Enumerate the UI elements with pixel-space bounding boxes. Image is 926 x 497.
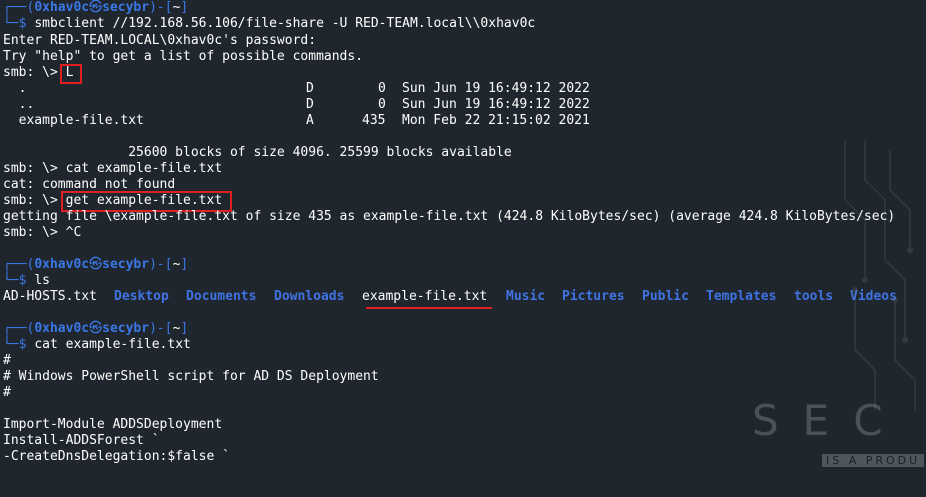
help-hint: Try "help" to get a list of possible com… xyxy=(3,49,364,64)
ls-dir-public: Public xyxy=(642,289,689,304)
file-content-line: -CreateDnsDelegation:$false ` xyxy=(3,449,230,464)
ls-file-adhosts: AD-HOSTS.txt xyxy=(3,289,97,304)
prompt-line-1: ┌──(0xhav0c㉿secybr)-[~] xyxy=(3,0,189,15)
listing-row: example-file.txt xyxy=(3,113,144,128)
listing-type: A xyxy=(306,113,314,128)
terminal-window[interactable]: ┌──(0xhav0c㉿secybr)-[~] └─$ smbclient //… xyxy=(0,0,926,467)
ls-dir-documents: Documents xyxy=(186,289,257,304)
listing-row: .. xyxy=(3,97,35,112)
prompt-line-3: ┌──(0xhav0c㉿secybr)-[~] xyxy=(3,321,189,336)
listing-size: 0 xyxy=(378,97,386,112)
command-line-1: └─$ smbclient //192.168.56.106/file-shar… xyxy=(3,16,536,31)
blocks-info: 25600 blocks of size 4096. 25599 blocks … xyxy=(3,145,512,160)
watermark-subtext: IS A PRODU xyxy=(822,454,925,467)
smb-ctrlc-line: smb: \> ^C xyxy=(3,225,82,240)
command-line-2: └─$ ls xyxy=(3,273,50,288)
ls-dir-pictures: Pictures xyxy=(562,289,625,304)
ls-dir-tools: tools xyxy=(794,289,834,304)
ls-file-example: example-file.txt xyxy=(362,289,488,304)
ls-output: AD-HOSTS.txt Desktop Documents Downloads… xyxy=(0,289,926,305)
highlight-box-ls xyxy=(60,64,82,84)
ls-dir-templates: Templates xyxy=(706,289,777,304)
circuit-decoration xyxy=(844,140,916,410)
file-content-line: # Windows PowerShell script for AD DS De… xyxy=(3,369,379,384)
file-content-line: # xyxy=(3,385,11,400)
listing-date: Mon Feb 22 21:15:02 2021 xyxy=(402,113,590,128)
listing-size: 435 xyxy=(362,113,386,128)
ls-dir-music: Music xyxy=(506,289,546,304)
prompt-line-2: ┌──(0xhav0c㉿secybr)-[~] xyxy=(3,257,189,272)
file-content-line: Import-Module ADDSDeployment xyxy=(3,417,223,432)
password-prompt: Enter RED-TEAM.LOCAL\0xhav0c's password: xyxy=(3,33,317,48)
smb-cat-line: smb: \> cat example-file.txt xyxy=(3,161,223,176)
watermark: SEC IS A PRODU xyxy=(752,388,926,467)
listing-type: D xyxy=(306,97,314,112)
listing-date: Sun Jun 19 16:49:12 2022 xyxy=(402,81,590,96)
listing-size: 0 xyxy=(378,81,386,96)
getting-file-line: getting file \example-file.txt of size 4… xyxy=(3,209,896,224)
listing-date: Sun Jun 19 16:49:12 2022 xyxy=(402,97,590,112)
file-content-line: # xyxy=(3,353,11,368)
file-content-line: Install-ADDSForest ` xyxy=(3,433,160,448)
listing-row: . xyxy=(3,81,27,96)
command-line-3: └─$ cat example-file.txt xyxy=(3,337,191,352)
underline-example-file xyxy=(366,307,492,309)
ls-dir-desktop: Desktop xyxy=(114,289,169,304)
watermark-text: SEC xyxy=(752,396,907,445)
listing-type: D xyxy=(306,81,314,96)
ls-dir-downloads: Downloads xyxy=(274,289,345,304)
